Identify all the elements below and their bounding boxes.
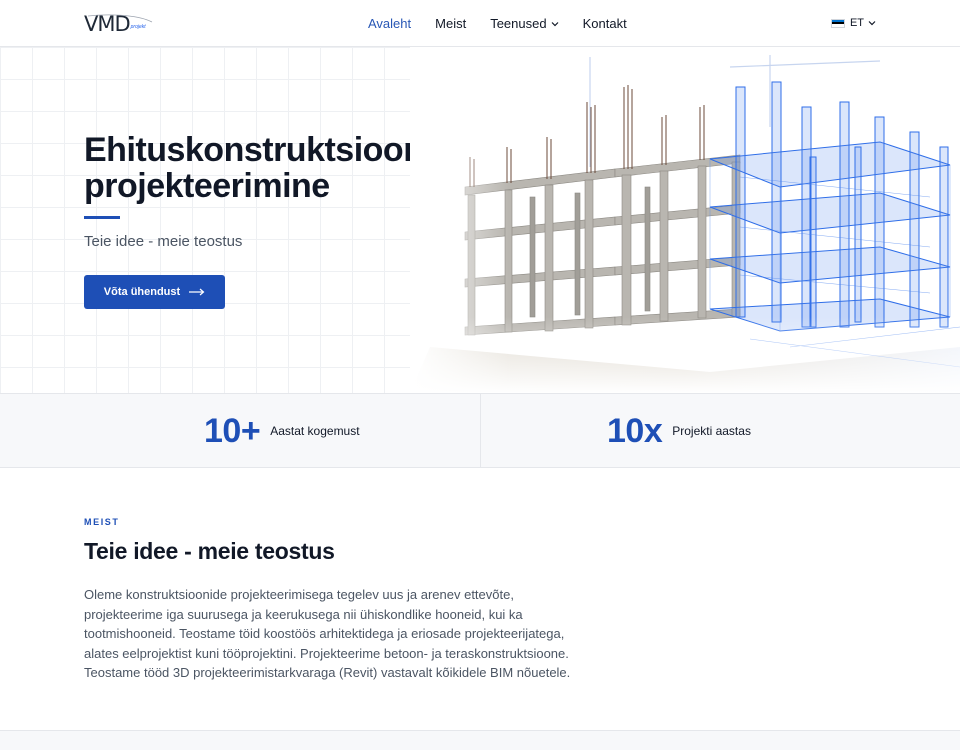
hero-section: Ehituskonstruktsioonide projekteerimine …: [0, 47, 960, 393]
contact-button[interactable]: Võta ühendust: [84, 275, 225, 309]
stat-projects: 10x Projekti aastas: [607, 394, 751, 468]
contact-button-label: Võta ühendust: [103, 286, 181, 298]
about-line: projekteerime iga suurusega ja keerukuse…: [84, 606, 523, 622]
about-title: Teie idee - meie teostus: [84, 538, 335, 564]
stats-bar: 10+ Aastat kogemust 10x Projekti aastas: [0, 393, 960, 468]
about-paragraph: Oleme konstruktsioonide projekteerimiseg…: [84, 585, 584, 683]
about-line: Teostame tööd 3D projekteerimistarkvarag…: [84, 665, 571, 681]
next-section-edge: [0, 730, 960, 750]
stats-divider: [480, 394, 481, 468]
about-line: alates eelprojektist kuni tööprojektini.…: [84, 645, 569, 661]
arrow-right-icon: [189, 288, 205, 296]
stat-value: 10+: [204, 411, 261, 450]
nav-label: Meist: [435, 16, 467, 31]
nav-label: Avaleht: [368, 16, 412, 31]
nav-item-kontakt[interactable]: Kontakt: [583, 16, 627, 31]
hero-accent-rule: [84, 216, 120, 219]
stat-value: 10x: [607, 411, 663, 450]
chevron-down-icon: [868, 21, 876, 26]
about-line: Oleme konstruktsioonide projekteerimiseg…: [84, 587, 514, 602]
nav-item-avaleht[interactable]: Avaleht: [368, 16, 411, 31]
stat-label: Aastat kogemust: [270, 424, 360, 438]
estonian-flag-icon: [830, 18, 845, 28]
main-nav: Avaleht Meist Teenused Kontakt: [368, 0, 651, 47]
hero-subtitle: Teie idee - meie teostus: [84, 233, 243, 250]
section-kicker: MEIST: [84, 517, 120, 527]
logo-swoosh-icon: [87, 14, 153, 23]
nav-item-meist[interactable]: Meist: [435, 16, 466, 31]
about-line: tootmishooneid. Teostame töid koostöös a…: [84, 626, 565, 642]
building-construction-illustration: [410, 47, 960, 393]
stat-experience: 10+ Aastat kogemust: [204, 394, 360, 468]
language-selector[interactable]: ET: [830, 17, 876, 29]
nav-label: Kontakt: [582, 16, 627, 31]
stat-label: Projekti aastas: [672, 424, 751, 438]
logo[interactable]: VMD projekt: [84, 10, 154, 38]
language-code: ET: [849, 17, 864, 29]
site-header: VMD projekt Avaleht Meist Teenused Konta…: [0, 0, 960, 47]
nav-item-teenused[interactable]: Teenused: [490, 16, 559, 31]
nav-label: Teenused: [490, 16, 547, 31]
chevron-down-icon: [551, 21, 559, 26]
